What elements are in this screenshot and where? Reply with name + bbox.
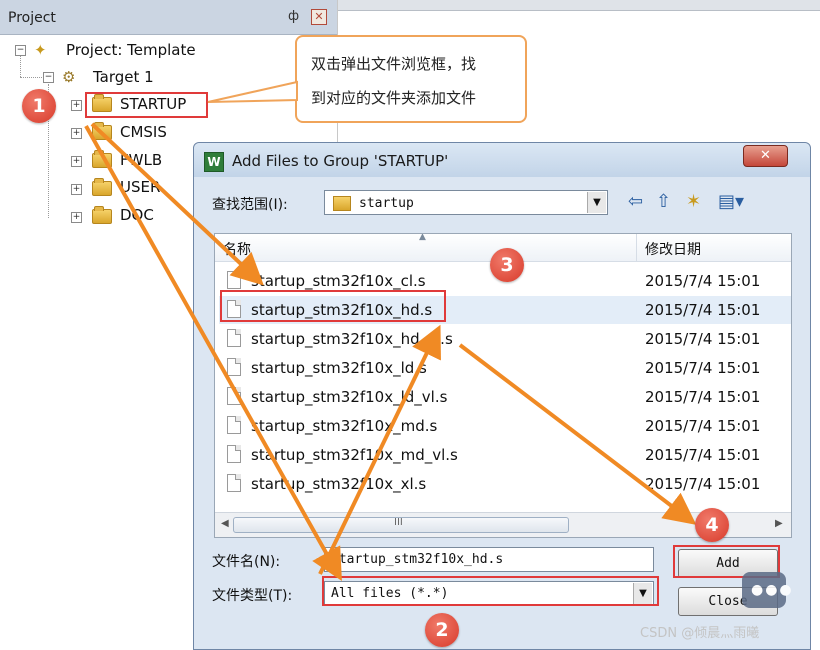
chat-icon[interactable]: ●●● <box>742 572 792 608</box>
annotation-arrows <box>84 80 697 581</box>
step-badge: 2 <box>425 613 459 647</box>
step-badge: 3 <box>490 248 524 282</box>
watermark: CSDN @倾晨灬雨曦 <box>640 626 760 641</box>
callout-pointer <box>207 80 298 103</box>
annotation-arrow <box>90 122 264 286</box>
annotation-arrow <box>458 343 697 525</box>
chat-dots: ●●● <box>751 582 794 598</box>
annotation-arrow <box>84 125 342 581</box>
annotation-arrow <box>318 324 441 575</box>
step-badge: 4 <box>695 508 729 542</box>
step-badge: 1 <box>22 89 56 123</box>
